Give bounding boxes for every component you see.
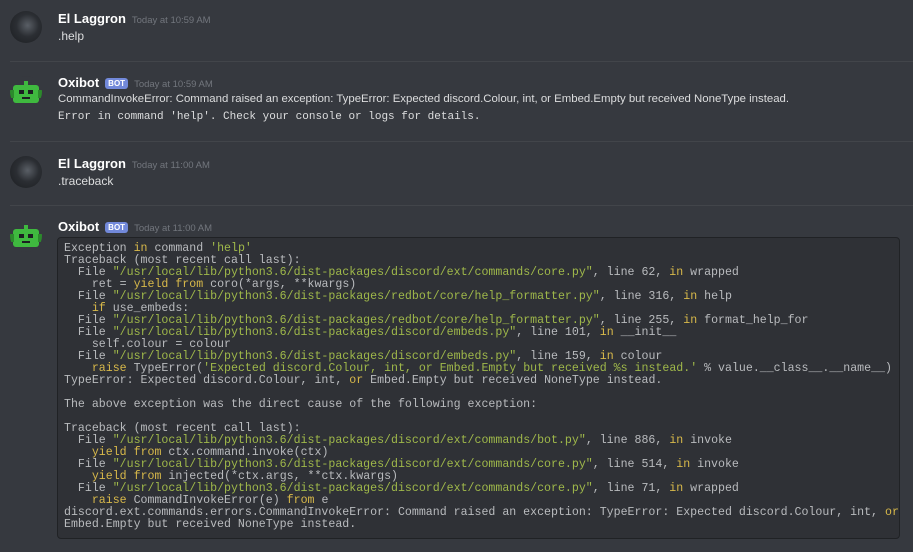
timestamp: Today at 11:00 AM [131, 160, 210, 171]
traceback-codeblock[interactable]: Exception in command 'help' Traceback (mo… [57, 237, 900, 539]
timestamp: Today at 10:59 AM [131, 15, 211, 26]
message-header-4: Oxibot BOT Today at 11:00 AM [58, 219, 212, 234]
bot-avatar-2[interactable] [10, 220, 42, 252]
author-name[interactable]: Oxibot [58, 75, 99, 90]
message-text: .help [58, 29, 85, 43]
user-avatar-1[interactable] [10, 11, 42, 43]
bot-badge: BOT [105, 222, 129, 233]
traceback-line: TypeError: Expected discord.Colour, int,… [64, 374, 663, 387]
robot-icon [10, 81, 42, 103]
message-header-2: Oxibot BOT Today at 10:59 AM [58, 75, 213, 90]
timestamp: Today at 11:00 AM [134, 223, 213, 234]
traceback-line: Embed.Empty but received NoneType instea… [64, 518, 357, 531]
message-text: .traceback [58, 174, 114, 188]
bot-badge: BOT [105, 78, 129, 89]
bot-avatar-1[interactable] [10, 76, 42, 108]
message-header-1: El Laggron Today at 10:59 AM [58, 11, 211, 26]
message-divider [10, 205, 913, 206]
user-avatar-2[interactable] [10, 156, 42, 188]
robot-icon [10, 225, 42, 247]
message-divider [10, 141, 913, 142]
author-name[interactable]: Oxibot [58, 219, 99, 234]
traceback-line: The above exception was the direct cause… [64, 398, 538, 411]
inline-code-text: Error in command 'help'. Check your cons… [58, 111, 481, 123]
message-text: CommandInvokeError: Command raised an ex… [58, 93, 790, 105]
timestamp: Today at 10:59 AM [134, 79, 213, 90]
message-divider [10, 61, 913, 62]
message-header-3: El Laggron Today at 11:00 AM [58, 156, 210, 171]
author-name[interactable]: El Laggron [58, 11, 126, 26]
author-name[interactable]: El Laggron [58, 156, 126, 171]
